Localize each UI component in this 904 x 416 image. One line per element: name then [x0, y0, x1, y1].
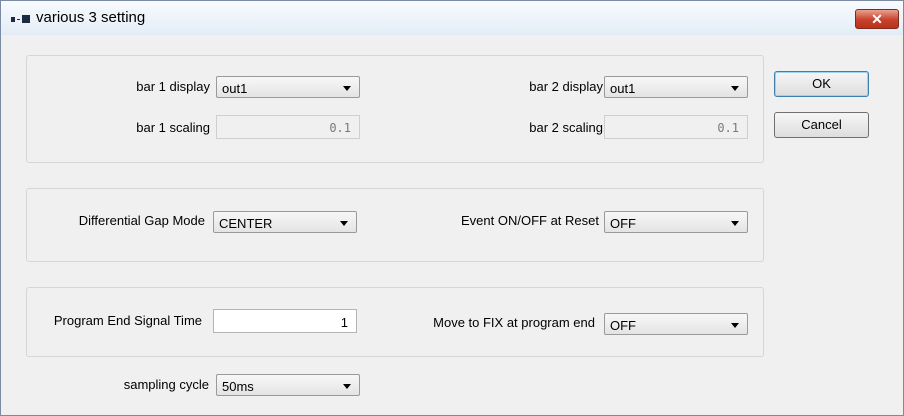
- bar2-display-label: bar 2 display: [529, 79, 603, 94]
- move-fix-value: OFF: [610, 318, 636, 333]
- chevron-down-icon: [340, 221, 348, 226]
- dialog-body: bar 1 display out1 bar 1 scaling 0.1 bar…: [7, 35, 897, 409]
- move-fix-select[interactable]: OFF: [604, 313, 748, 335]
- sampling-cycle-value: 50ms: [222, 379, 254, 394]
- chevron-down-icon: [731, 221, 739, 226]
- bar2-scaling-field[interactable]: 0.1: [604, 115, 748, 139]
- end-signal-field[interactable]: 1: [213, 309, 357, 333]
- event-reset-label: Event ON/OFF at Reset: [461, 213, 599, 228]
- event-reset-value: OFF: [610, 216, 636, 231]
- cancel-button[interactable]: Cancel: [774, 112, 869, 138]
- bar1-display-select[interactable]: out1: [216, 76, 360, 98]
- bar2-display-value: out1: [610, 81, 636, 96]
- sampling-cycle-select[interactable]: 50ms: [216, 374, 360, 396]
- gap-mode-value: CENTER: [219, 216, 273, 231]
- bar1-display-label: bar 1 display: [136, 79, 210, 94]
- title-bar[interactable]: various 3 setting ✕: [1, 1, 903, 35]
- chevron-down-icon: [731, 86, 739, 91]
- close-button[interactable]: ✕: [855, 9, 899, 29]
- event-reset-select[interactable]: OFF: [604, 211, 748, 233]
- ok-button[interactable]: OK: [774, 71, 869, 97]
- bar2-scaling-label: bar 2 scaling: [529, 120, 603, 135]
- sampling-cycle-label: sampling cycle: [123, 377, 209, 392]
- gap-mode-select[interactable]: CENTER: [213, 211, 357, 233]
- gap-mode-label: Differential Gap Mode: [78, 213, 205, 228]
- bar1-display-value: out1: [222, 81, 248, 96]
- window-title: various 3 setting: [36, 9, 146, 26]
- chevron-down-icon: [343, 86, 351, 91]
- chevron-down-icon: [343, 384, 351, 389]
- bar-settings-group: [26, 55, 764, 163]
- end-signal-label: Program End Signal Time: [53, 313, 202, 328]
- dialog-window: various 3 setting ✕ bar 1 display out1 b…: [0, 0, 904, 416]
- app-icon: [11, 15, 31, 23]
- close-icon: ✕: [871, 11, 883, 27]
- bar2-display-select[interactable]: out1: [604, 76, 748, 98]
- move-fix-label: Move to FIX at program end: [433, 315, 595, 330]
- bar1-scaling-label: bar 1 scaling: [136, 120, 210, 135]
- chevron-down-icon: [731, 323, 739, 328]
- bar1-scaling-field[interactable]: 0.1: [216, 115, 360, 139]
